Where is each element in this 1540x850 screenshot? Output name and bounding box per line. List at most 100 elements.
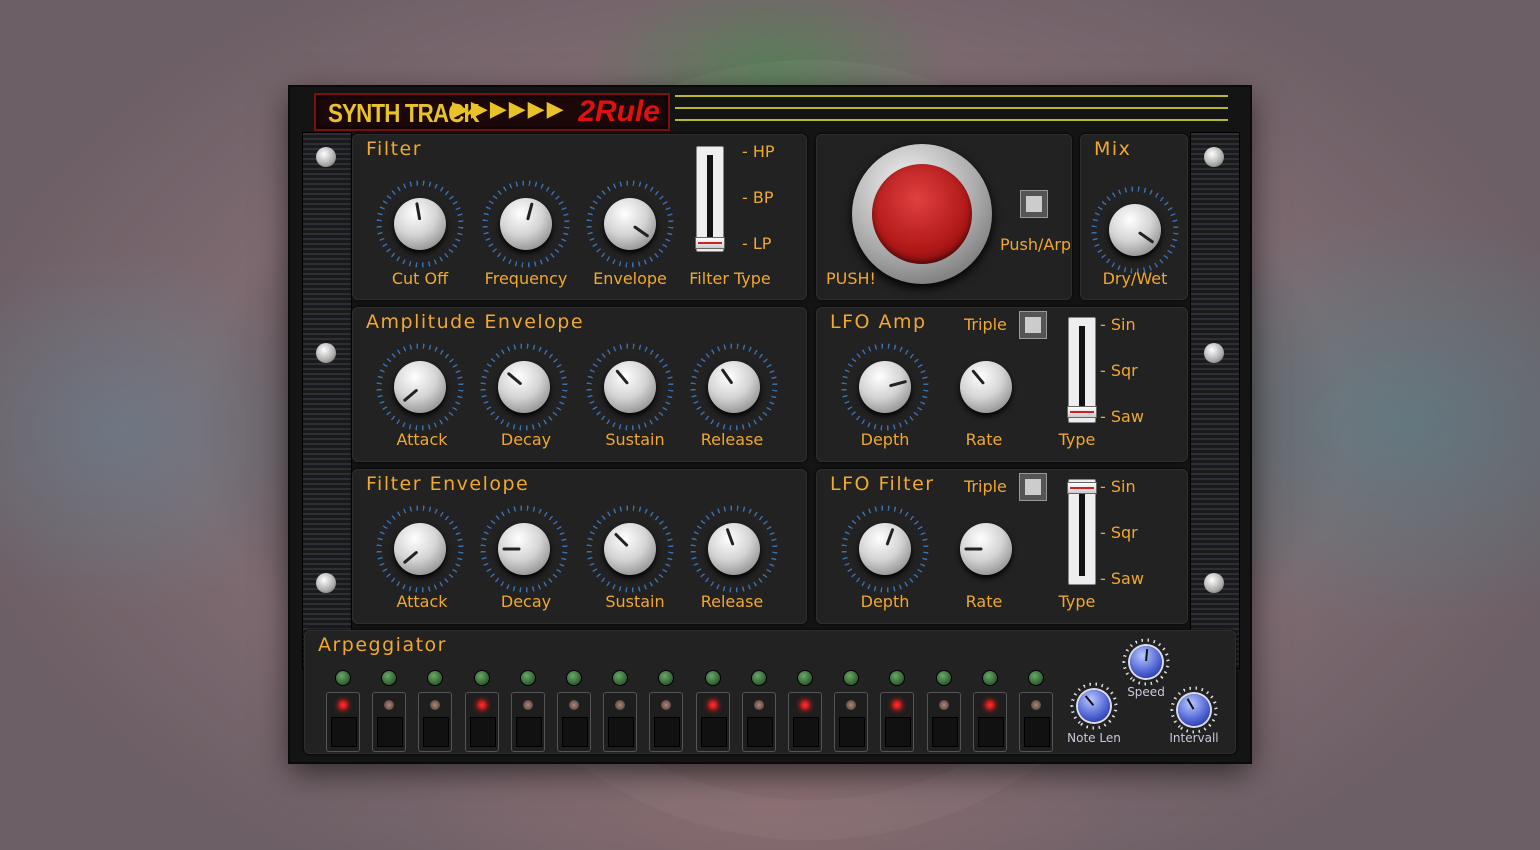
- mix-title: Mix: [1094, 138, 1132, 160]
- lfo-amp-saw: - Saw: [1100, 407, 1144, 426]
- arp-step-button[interactable]: [557, 692, 591, 752]
- screw-icon: [1204, 573, 1224, 593]
- step-light-icon: [661, 700, 672, 710]
- step-light-icon: [984, 700, 995, 710]
- arpeggiator-panel: Arpeggiator Note Len Speed Intervall: [304, 630, 1236, 754]
- lfo-amp-type-slider[interactable]: [1067, 317, 1097, 423]
- note-len-label: Note Len: [1067, 731, 1121, 745]
- arp-step-button[interactable]: [695, 692, 730, 752]
- lfo-filter-title: LFO Filter: [830, 473, 935, 495]
- mix-panel: Mix Dry/Wet: [1080, 134, 1188, 300]
- lfo-amp-sin: - Sin: [1100, 315, 1136, 334]
- lfo-amp-panel: LFO Amp Triple Depth Rate - Sin - Sqr - …: [816, 307, 1188, 462]
- arp-step-led: [981, 670, 998, 686]
- arp-step-button[interactable]: [418, 692, 453, 752]
- left-rack-rail: [302, 132, 352, 669]
- amp-release-label: Release: [700, 430, 764, 449]
- arp-step-button[interactable]: [788, 692, 822, 752]
- arp-step-button[interactable]: [834, 692, 869, 752]
- fenv-decay-knob[interactable]: [480, 505, 568, 593]
- step-face: [423, 717, 450, 747]
- lfo-filter-rate-knob[interactable]: [942, 505, 1030, 593]
- frequency-label: Frequency: [484, 269, 568, 288]
- lfo-filter-saw: - Saw: [1100, 569, 1144, 588]
- title-bar: SYNTH TRACK ▶▶▶▶▶▶ 2Rule: [314, 93, 670, 131]
- lfo-filter-triple-checkbox[interactable]: [1019, 473, 1047, 501]
- arp-step-led: [381, 670, 398, 686]
- arp-step-button[interactable]: [880, 692, 915, 752]
- lfo-amp-rate-knob[interactable]: [942, 343, 1030, 431]
- arp-step-button[interactable]: [510, 692, 545, 752]
- step-face: [839, 717, 866, 747]
- lfo-filter-triple-label: Triple: [964, 477, 1007, 496]
- lfo-amp-sqr: - Sqr: [1100, 361, 1138, 380]
- screw-icon: [316, 343, 336, 363]
- dry-wet-label: Dry/Wet: [1102, 269, 1168, 288]
- push-arp-toggle[interactable]: [1020, 190, 1048, 218]
- synth-plugin-window: SYNTH TRACK ▶▶▶▶▶▶ 2Rule Filter Cut Off …: [290, 87, 1250, 762]
- arp-step-button[interactable]: [464, 692, 499, 752]
- arp-step-button[interactable]: [372, 692, 407, 752]
- lfo-amp-type-label: Type: [1058, 430, 1096, 449]
- step-face: [885, 717, 912, 747]
- amp-release-knob[interactable]: [690, 343, 778, 431]
- lfo-amp-triple-checkbox[interactable]: [1019, 311, 1047, 339]
- right-rack-rail: [1190, 132, 1240, 669]
- arp-step-led: [658, 670, 675, 686]
- step-light-icon: [569, 700, 579, 710]
- frequency-knob[interactable]: [482, 180, 570, 268]
- dry-wet-knob[interactable]: [1091, 186, 1179, 274]
- lfo-filter-depth-knob[interactable]: [841, 505, 929, 593]
- arp-step-button[interactable]: [649, 692, 684, 752]
- arp-step-button[interactable]: [326, 692, 360, 752]
- arp-step-led: [427, 670, 444, 686]
- fenv-attack-label: Attack: [396, 592, 448, 611]
- speed-knob[interactable]: [1122, 638, 1170, 686]
- step-light-icon: [522, 700, 533, 710]
- envelope-label: Envelope: [593, 269, 667, 288]
- envelope-knob[interactable]: [586, 180, 674, 268]
- arp-step-button[interactable]: [1019, 692, 1053, 752]
- filter-type-label: Filter Type: [689, 269, 771, 288]
- fenv-attack-knob[interactable]: [376, 505, 464, 593]
- lfo-filter-depth-label: Depth: [860, 592, 910, 611]
- screw-icon: [1204, 343, 1224, 363]
- brand2-logo: 2Rule: [578, 95, 660, 128]
- fenv-sustain-knob[interactable]: [586, 505, 674, 593]
- cutoff-knob[interactable]: [376, 180, 464, 268]
- amp-sustain-knob[interactable]: [586, 343, 674, 431]
- arp-step-button[interactable]: [926, 692, 961, 752]
- push-label: PUSH!: [826, 269, 876, 288]
- arp-step-led: [889, 670, 906, 686]
- fenv-decay-label: Decay: [500, 592, 552, 611]
- push-button[interactable]: [852, 144, 992, 284]
- screw-icon: [316, 573, 336, 593]
- step-face: [793, 717, 819, 747]
- lfo-filter-type-slider[interactable]: [1067, 479, 1097, 585]
- step-light-icon: [338, 700, 348, 710]
- amp-decay-knob[interactable]: [480, 343, 568, 431]
- arp-step-led: [750, 670, 767, 686]
- deco-line: [675, 119, 1228, 121]
- arp-step-led: [1028, 670, 1044, 686]
- step-light-icon: [476, 700, 487, 710]
- step-light-icon: [430, 700, 441, 710]
- step-face: [469, 717, 496, 747]
- step-light-icon: [615, 700, 626, 710]
- amp-sustain-label: Sustain: [605, 430, 665, 449]
- fenv-release-knob[interactable]: [690, 505, 778, 593]
- amp-attack-knob[interactable]: [376, 343, 464, 431]
- arp-step-button[interactable]: [741, 692, 776, 752]
- arp-step-button[interactable]: [603, 692, 638, 752]
- arrows-decoration: ▶▶▶▶▶▶: [452, 97, 566, 122]
- lfo-amp-triple-label: Triple: [964, 315, 1007, 334]
- filter-type-slider[interactable]: [695, 146, 725, 252]
- screw-icon: [316, 147, 336, 167]
- arp-step-button[interactable]: [972, 692, 1007, 752]
- arp-step-led: [935, 670, 952, 686]
- step-light-icon: [707, 700, 718, 710]
- cutoff-label: Cut Off: [391, 269, 449, 288]
- lfo-amp-depth-knob[interactable]: [841, 343, 929, 431]
- lfo-filter-type-label: Type: [1058, 592, 1096, 611]
- step-light-icon: [800, 700, 810, 710]
